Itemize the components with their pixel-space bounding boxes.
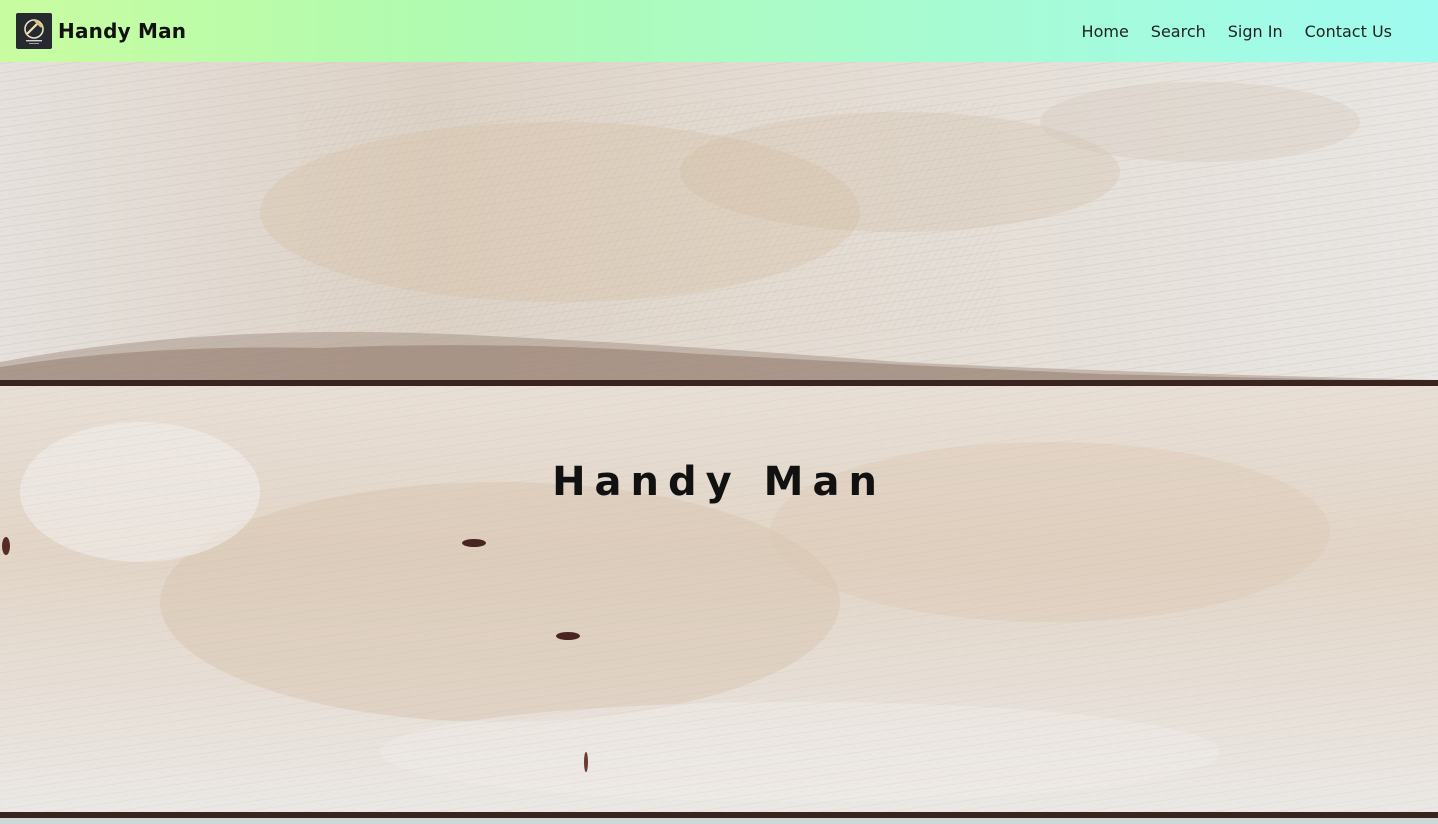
nav-contact-us-link[interactable]: Contact Us bbox=[1305, 22, 1392, 41]
nav-home-link[interactable]: Home bbox=[1082, 22, 1129, 41]
nav-search-link[interactable]: Search bbox=[1151, 22, 1206, 41]
hero-section: Handy Man bbox=[0, 62, 1438, 824]
wood-background bbox=[0, 62, 1438, 824]
main-nav: Home Search Sign In Contact Us bbox=[1082, 22, 1392, 41]
brand-link[interactable]: Handy Man bbox=[16, 13, 186, 49]
navbar: Handy Man Home Search Sign In Contact Us bbox=[0, 0, 1438, 62]
brand-logo-icon bbox=[16, 13, 52, 49]
nav-sign-in-link[interactable]: Sign In bbox=[1228, 22, 1283, 41]
hero-title: Handy Man bbox=[552, 458, 886, 505]
brand-name: Handy Man bbox=[58, 19, 187, 43]
